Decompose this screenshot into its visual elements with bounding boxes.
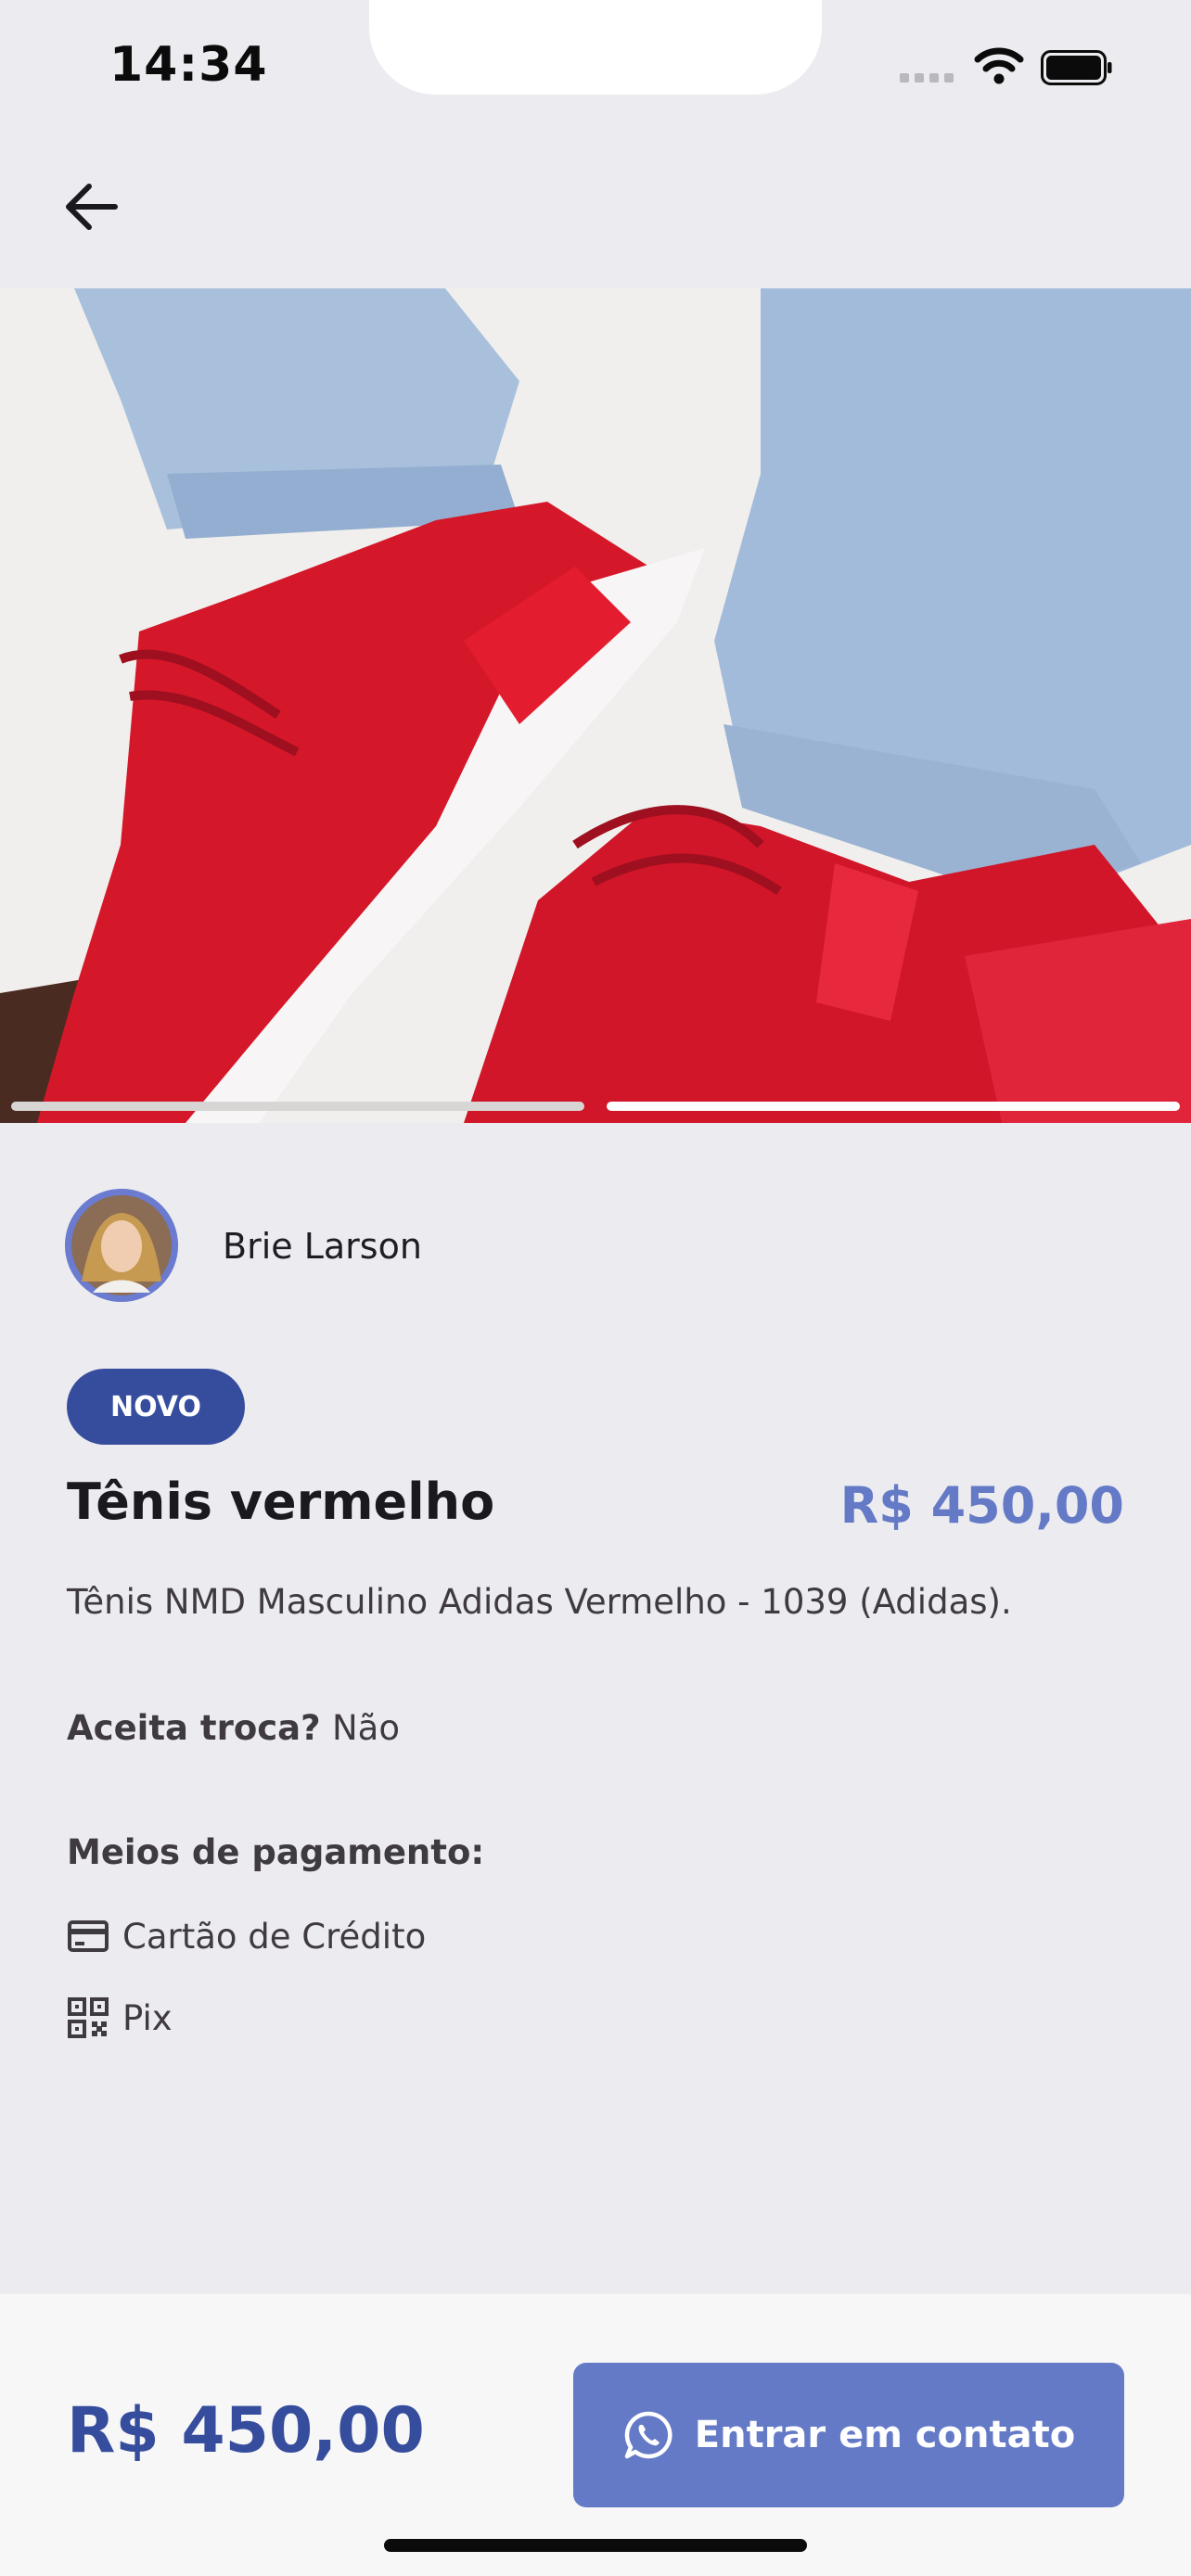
accepts-trade-value: Não xyxy=(332,1708,400,1748)
accepts-trade-label: Aceita troca? xyxy=(67,1708,321,1748)
product-price: R$ 450,00 xyxy=(839,1476,1124,1535)
contact-button[interactable]: Entrar em contato xyxy=(573,2363,1124,2507)
sneaker-image xyxy=(0,288,1191,1123)
payment-methods-title: Meios de pagamento: xyxy=(67,1832,485,1872)
condition-badge: NOVO xyxy=(67,1369,245,1445)
wifi-icon xyxy=(974,47,1024,84)
product-photo[interactable] xyxy=(0,288,1191,1123)
footer-price: R$ 450,00 xyxy=(67,2394,425,2468)
arrow-left-icon xyxy=(66,184,118,230)
payment-method-pix: Pix xyxy=(67,1992,173,2044)
back-button[interactable] xyxy=(58,174,141,249)
carousel-indicator-2-active[interactable] xyxy=(607,1102,1180,1111)
contact-button-label: Entrar em contato xyxy=(694,2414,1076,2456)
product-description: Tênis NMD Masculino Adidas Vermelho - 10… xyxy=(67,1582,1012,1622)
seller-avatar xyxy=(65,1189,178,1302)
qr-code-icon xyxy=(68,1997,109,2038)
device-notch xyxy=(369,0,822,95)
seller-name: Brie Larson xyxy=(223,1226,422,1267)
credit-card-icon xyxy=(68,1920,109,1952)
product-title: Tênis vermelho xyxy=(67,1473,495,1531)
whatsapp-icon xyxy=(624,2411,672,2459)
payment-method-credit-card: Cartão de Crédito xyxy=(67,1910,426,1962)
carousel-indicator-1[interactable] xyxy=(11,1102,584,1111)
status-time: 14:34 xyxy=(109,37,268,93)
cellular-signal-icon xyxy=(900,69,959,86)
payment-method-label: Cartão de Crédito xyxy=(122,1916,427,1957)
battery-icon xyxy=(1041,50,1112,85)
home-indicator xyxy=(384,2539,807,2552)
payment-method-label: Pix xyxy=(122,1997,173,2038)
